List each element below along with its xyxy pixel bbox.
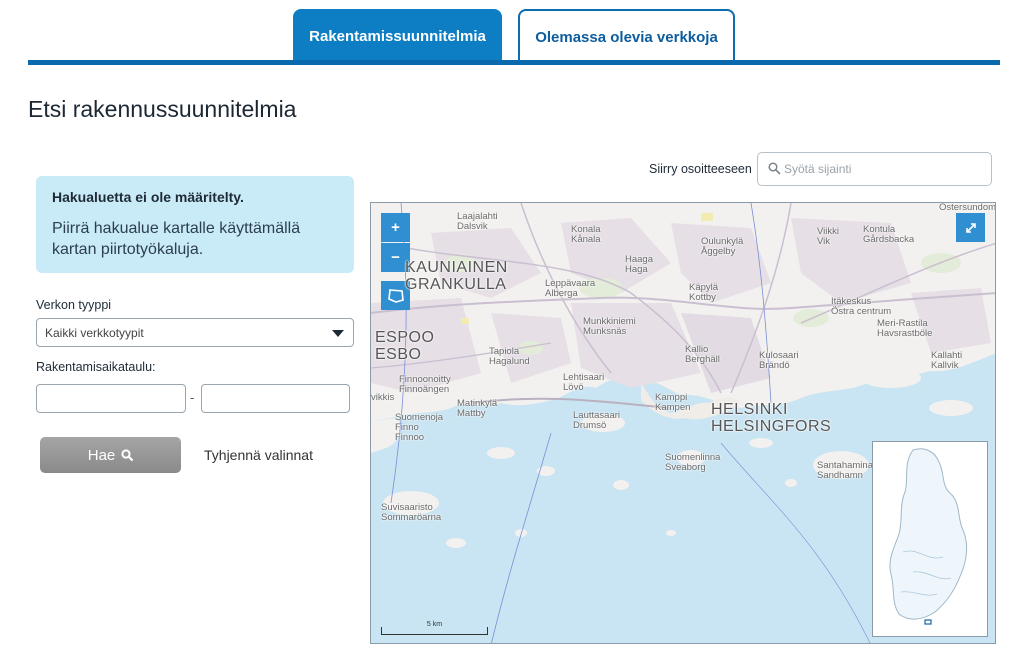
location-search-field[interactable]: [757, 152, 992, 186]
network-type-select[interactable]: Kaikki verkkotyypit: [36, 318, 354, 347]
place-suomenlinna: Suomenlinna Sveaborg: [665, 452, 721, 473]
place-santahamina: Santahamina Sandhamn: [817, 460, 873, 481]
expand-icon: [965, 222, 976, 233]
network-type-value: Kaikki verkkotyypit: [45, 326, 144, 340]
place-leppavaara: Leppävaara Alberga: [545, 278, 596, 299]
alert-text: Piirrä hakualue kartalle käyttämällä kar…: [52, 220, 301, 258]
place-espoo: ESPOO ESBO: [375, 329, 435, 363]
fullscreen-button[interactable]: [956, 213, 985, 242]
zoom-in-button[interactable]: +: [381, 213, 410, 242]
place-helsinki: HELSINKI HELSINGFORS: [711, 401, 832, 435]
polygon-draw-icon: [387, 288, 404, 303]
place-suvisaaristo: Suvisaaristo Sommaröarna: [381, 502, 442, 523]
overview-map[interactable]: [872, 441, 988, 637]
page-title: Etsi rakennussuunnitelmia: [28, 96, 297, 122]
map-scale: 5 km: [381, 621, 488, 635]
place-kontula: Kontula Gårdsbacka: [863, 224, 915, 245]
place-matinkyla: Matinkylä Mattby: [457, 398, 498, 419]
tab-underline: [28, 60, 1000, 65]
place-kapyla: Käpylä Kottby: [689, 282, 719, 303]
place-suomenoja: Suomenoja Finno Finnoo: [395, 412, 444, 443]
place-kauniainen: KAUNIAINEN GRANKULLA: [405, 259, 508, 293]
place-merirastila: Meri-Rastila Havsrastböle: [877, 318, 933, 339]
place-lehtisaari: Lehtisaari Lövö: [563, 372, 605, 393]
network-type-label: Verkon tyyppi: [36, 298, 112, 312]
tab-existing-networks[interactable]: Olemassa olevia verkkoja: [518, 9, 735, 63]
info-alert: Hakualuetta ei ole määritelty. Piirrä ha…: [36, 176, 354, 273]
tab-bar: Rakentamissuunnitelmia Olemassa olevia v…: [28, 0, 1000, 66]
schedule-from-input[interactable]: [36, 384, 186, 413]
place-haaga: Haaga Haga: [625, 254, 653, 275]
place-kallio: Kallio Berghäll: [685, 344, 720, 365]
date-separator: -: [190, 390, 195, 405]
search-icon: [768, 162, 781, 175]
place-kulosaari: Kulosaari Brändö: [759, 350, 799, 371]
place-munkkiniemi: Munkkiniemi Munksnäs: [583, 316, 636, 337]
schedule-label: Rakentamisaikataulu:: [36, 360, 156, 374]
schedule-to-input[interactable]: [201, 384, 350, 413]
place-vikkis: vikkis: [371, 392, 395, 403]
map-view[interactable]: + − Laajalahti Dalsvik Konala Kånala Oulun…: [370, 202, 996, 644]
place-ostersundom: Östersundom: [939, 202, 996, 213]
scale-bar: [381, 627, 488, 635]
place-itakeskus: Itäkeskus Östra centrum: [831, 296, 892, 317]
tab-construction-plans[interactable]: Rakentamissuunnitelmia: [293, 9, 502, 63]
place-oulunkyla: Oulunkylä Åggelby: [701, 236, 744, 257]
search-button[interactable]: Hae: [40, 437, 181, 473]
place-tapiola: Tapiola Hagalund: [489, 346, 530, 367]
place-lauttasaari: Lauttasaari Drumsö: [573, 410, 621, 431]
place-finnoo: Finnoonoitty Finnoängen: [399, 374, 451, 395]
place-laajalahti: Laajalahti Dalsvik: [457, 211, 498, 232]
place-viikki: Viikki Vik: [817, 226, 839, 247]
search-icon: [121, 449, 134, 461]
chevron-down-icon: [332, 330, 344, 337]
finland-outline-map: [889, 448, 968, 625]
alert-title: Hakualuetta ei ole määritelty.: [52, 189, 244, 205]
place-konala: Konala Kånala: [571, 224, 601, 245]
search-button-label: Hae: [87, 446, 116, 464]
place-kamppi: Kamppi Kampen: [655, 392, 691, 413]
place-kallahti: Kallahti Kallvik: [931, 350, 963, 371]
clear-selections-link[interactable]: Tyhjennä valinnat: [204, 447, 313, 463]
location-search-input[interactable]: [784, 159, 984, 179]
goto-address-label: Siirry osoitteeseen: [649, 162, 752, 176]
